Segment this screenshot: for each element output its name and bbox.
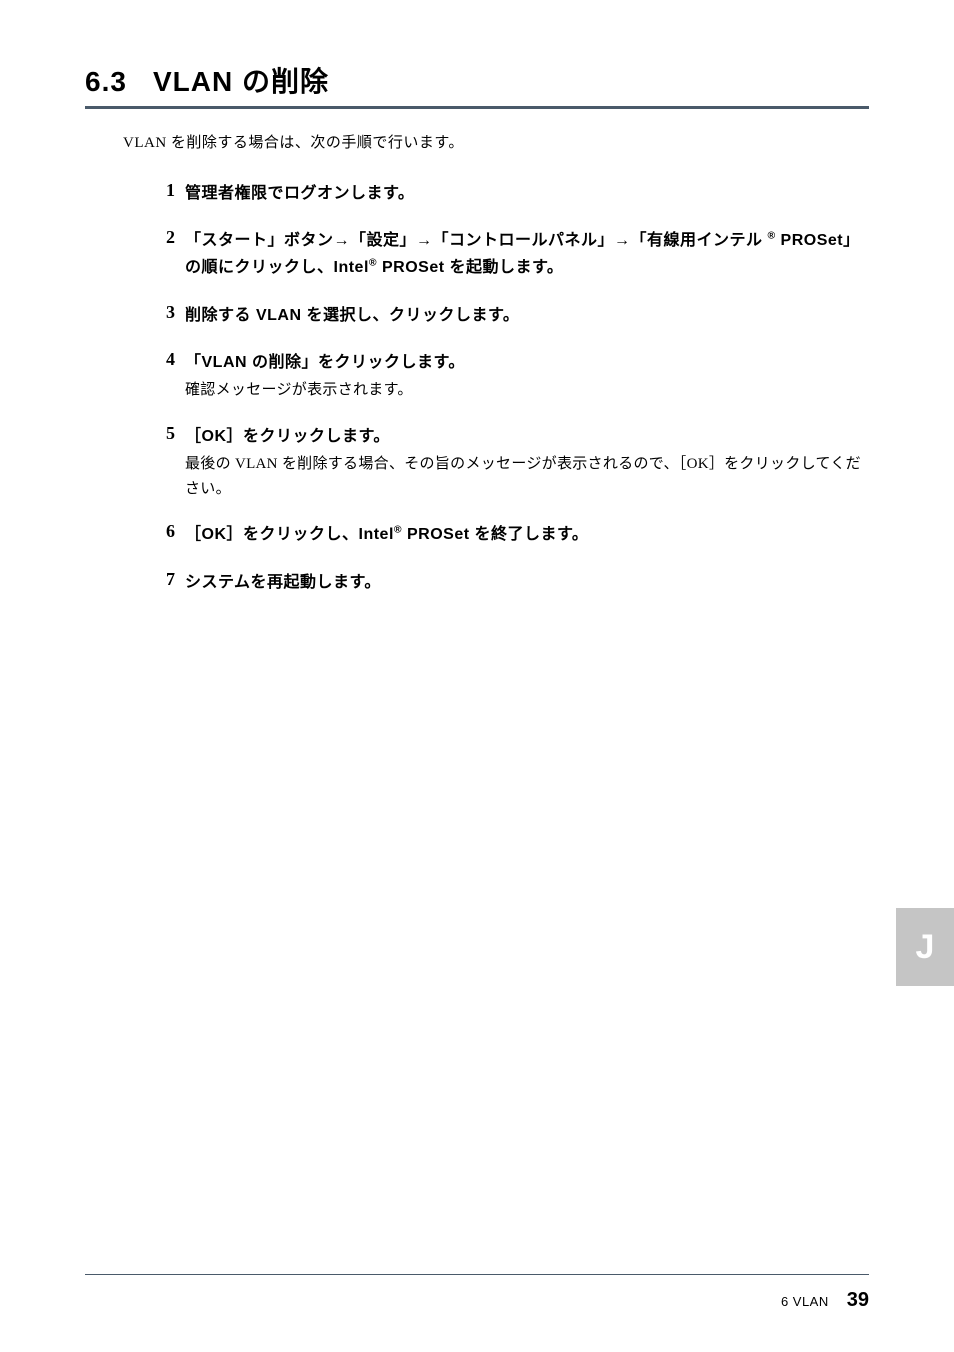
side-tab: J — [896, 908, 954, 986]
step-title: システムを再起動します。 — [185, 569, 869, 596]
step-body: ［OK］をクリックします。 最後の VLAN を削除する場合、その旨のメッセージ… — [185, 423, 869, 502]
step-title: ［OK］をクリックし、Intel® PROSet を終了します。 — [185, 521, 869, 548]
step-item: 4 「VLAN の削除」をクリックします。 確認メッセージが表示されます。 — [147, 349, 869, 403]
step-item: 6 ［OK］をクリックし、Intel® PROSet を終了します。 — [147, 521, 869, 548]
footer-chapter: 6 VLAN — [781, 1294, 829, 1309]
steps-list: 1 管理者権限でログオンします。 2 「スタート」ボタン→「設定」→「コントロー… — [147, 180, 869, 596]
step-number: 6 — [147, 521, 175, 542]
step-title: 「スタート」ボタン→「設定」→「コントロールパネル」→「有線用インテル ® PR… — [185, 227, 869, 281]
intro-text: VLAN を削除する場合は、次の手順で行います。 — [123, 131, 869, 152]
step-item: 1 管理者権限でログオンします。 — [147, 180, 869, 207]
step-title: 「VLAN の削除」をクリックします。 — [185, 349, 869, 376]
step-body: システムを再起動します。 — [185, 569, 869, 596]
step-body: 管理者権限でログオンします。 — [185, 180, 869, 207]
step-item: 5 ［OK］をクリックします。 最後の VLAN を削除する場合、その旨のメッセ… — [147, 423, 869, 502]
section-number: 6.3 — [85, 66, 127, 97]
step-number: 3 — [147, 302, 175, 323]
step-desc: 確認メッセージが表示されます。 — [185, 378, 869, 403]
step-body: 「VLAN の削除」をクリックします。 確認メッセージが表示されます。 — [185, 349, 869, 403]
section-title: VLAN の削除 — [153, 66, 329, 97]
step-title: 管理者権限でログオンします。 — [185, 180, 869, 207]
step-body: ［OK］をクリックし、Intel® PROSet を終了します。 — [185, 521, 869, 548]
step-item: 2 「スタート」ボタン→「設定」→「コントロールパネル」→「有線用インテル ® … — [147, 227, 869, 281]
step-number: 4 — [147, 349, 175, 370]
step-number: 2 — [147, 227, 175, 248]
step-desc: 最後の VLAN を削除する場合、その旨のメッセージが表示されるので、［OK］を… — [185, 452, 869, 502]
step-number: 1 — [147, 180, 175, 201]
footer-page-number: 39 — [847, 1289, 869, 1312]
step-body: 「スタート」ボタン→「設定」→「コントロールパネル」→「有線用インテル ® PR… — [185, 227, 869, 281]
step-item: 3 削除する VLAN を選択し、クリックします。 — [147, 302, 869, 329]
step-title: 削除する VLAN を選択し、クリックします。 — [185, 302, 869, 329]
section-heading: 6.3 VLAN の削除 — [85, 60, 869, 109]
step-title: ［OK］をクリックします。 — [185, 423, 869, 450]
page-footer: 6 VLAN 39 — [85, 1274, 869, 1312]
step-item: 7 システムを再起動します。 — [147, 569, 869, 596]
step-number: 5 — [147, 423, 175, 444]
step-body: 削除する VLAN を選択し、クリックします。 — [185, 302, 869, 329]
step-number: 7 — [147, 569, 175, 590]
